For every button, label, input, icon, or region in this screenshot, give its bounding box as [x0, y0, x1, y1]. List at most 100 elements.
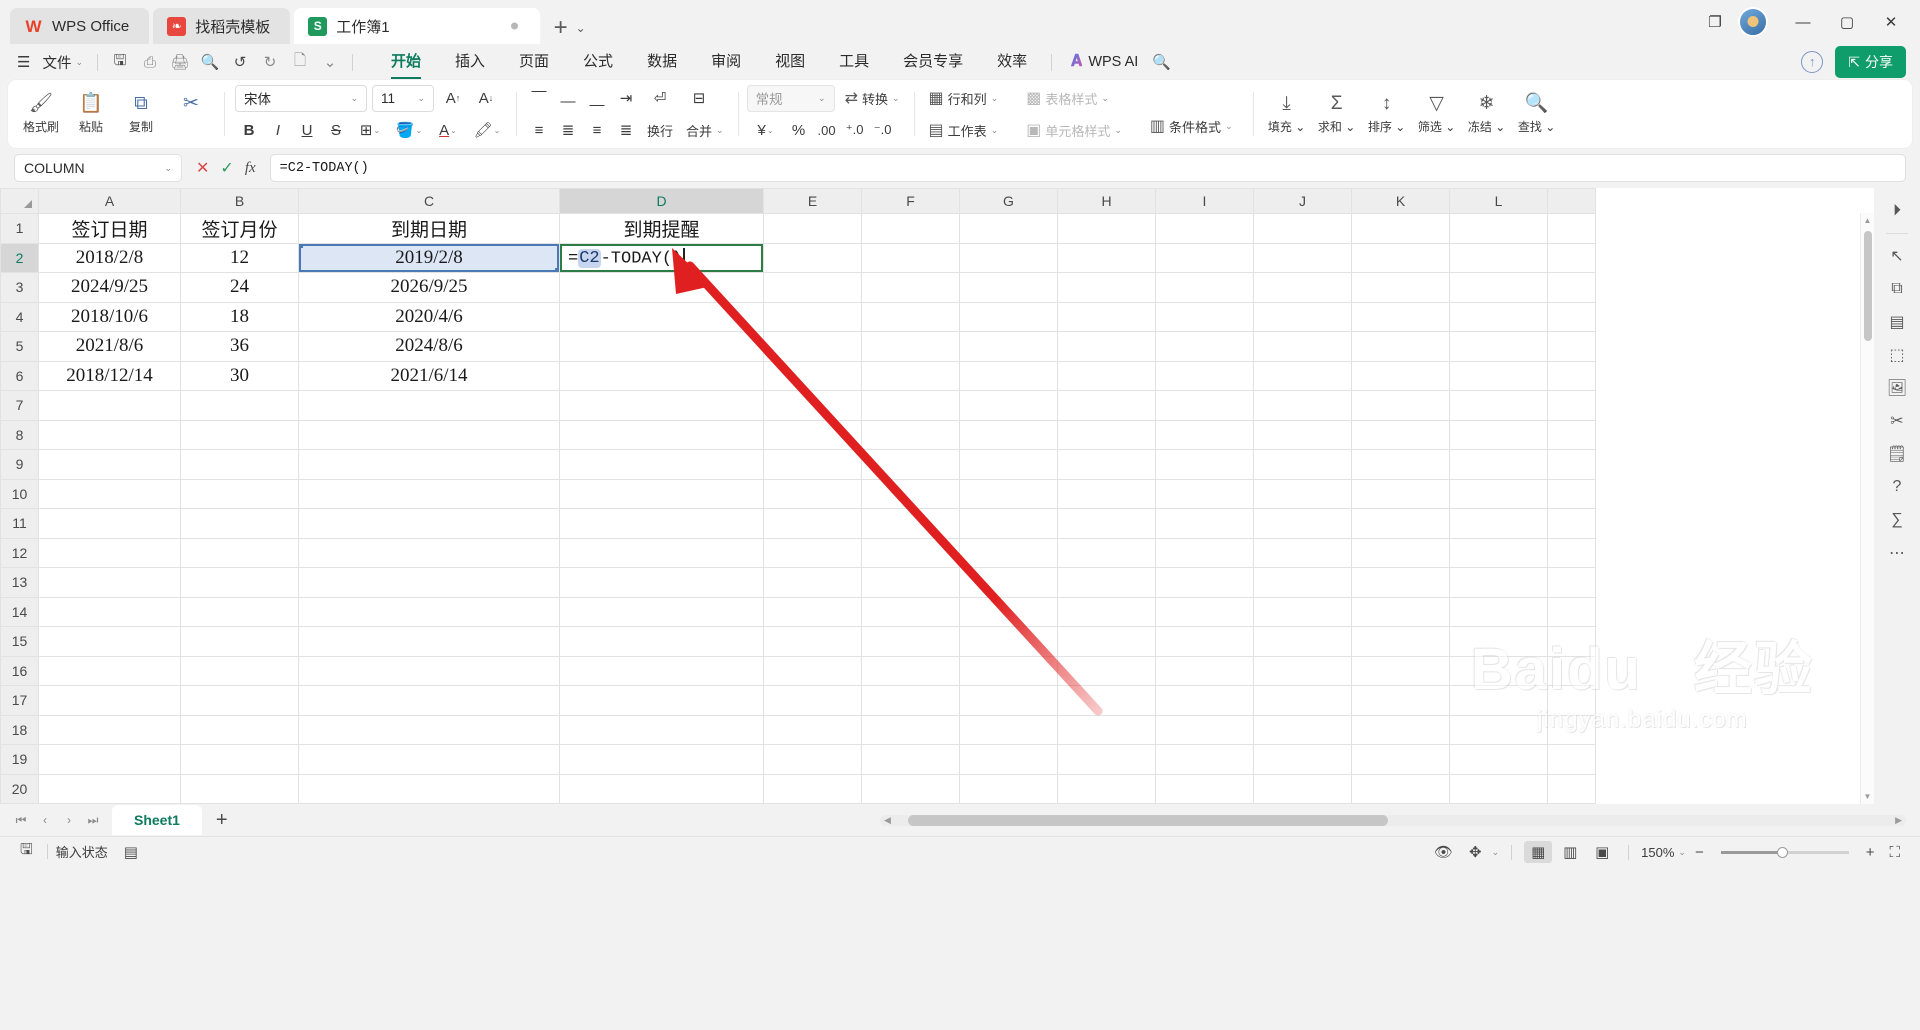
cell-B10[interactable] — [180, 478, 299, 509]
cell-mode-icon[interactable]: 🖫 — [14, 839, 39, 864]
cell-C5[interactable]: 2024/8/6 — [298, 331, 560, 362]
cell-C18[interactable] — [298, 714, 560, 745]
cell-H10[interactable] — [1057, 478, 1156, 509]
cancel-formula-icon[interactable]: ✕ — [196, 158, 209, 178]
cell-partial-15[interactable] — [1547, 626, 1596, 657]
cell-B13[interactable] — [180, 567, 299, 598]
eye-icon[interactable]: 👁 — [1428, 843, 1459, 861]
cell-E11[interactable] — [763, 508, 862, 539]
column-header-J[interactable]: J — [1253, 188, 1352, 214]
cell-G4[interactable] — [959, 301, 1058, 332]
page-break-icon[interactable]: ▣ — [1588, 841, 1616, 863]
row-header-6[interactable]: 6 — [0, 360, 39, 391]
cell-A9[interactable] — [38, 449, 181, 480]
confirm-formula-icon[interactable]: ✓ — [220, 158, 233, 178]
cell-B15[interactable] — [180, 626, 299, 657]
sheet-tab-sheet1[interactable]: Sheet1 — [112, 805, 202, 835]
cell-J16[interactable] — [1253, 655, 1352, 686]
cell-A1[interactable]: 签订日期 — [38, 213, 181, 244]
cell-E13[interactable] — [763, 567, 862, 598]
cell-I4[interactable] — [1155, 301, 1254, 332]
cell-I13[interactable] — [1155, 567, 1254, 598]
cell-D19[interactable] — [559, 744, 764, 775]
cell-E19[interactable] — [763, 744, 862, 775]
cell-A18[interactable] — [38, 714, 181, 745]
cell-C16[interactable] — [298, 655, 560, 686]
cell-D10[interactable] — [559, 478, 764, 509]
cell-G11[interactable] — [959, 508, 1058, 539]
rows-columns-button[interactable]: ▦ 行和列 ⌄ — [923, 85, 1005, 111]
cursor-icon[interactable]: ↖ — [1881, 241, 1913, 271]
percent-icon[interactable]: % — [785, 117, 813, 144]
cell-E14[interactable] — [763, 596, 862, 627]
fill-color-button[interactable]: 🪣 ⌄ — [390, 117, 428, 144]
cell-D6[interactable] — [559, 360, 764, 391]
cell-K15[interactable] — [1351, 626, 1450, 657]
cell-J2[interactable] — [1253, 242, 1352, 273]
cell-B17[interactable] — [180, 685, 299, 716]
cell-J13[interactable] — [1253, 567, 1352, 598]
cell-D13[interactable] — [559, 567, 764, 598]
cell-C17[interactable] — [298, 685, 560, 716]
cell-K11[interactable] — [1351, 508, 1450, 539]
cell-L2[interactable] — [1449, 242, 1548, 273]
cell-K6[interactable] — [1351, 360, 1450, 391]
cell-J11[interactable] — [1253, 508, 1352, 539]
cell-J7[interactable] — [1253, 390, 1352, 421]
cell-E5[interactable] — [763, 331, 862, 362]
currency-button[interactable]: ¥ ⌄ — [747, 117, 785, 144]
cell-B19[interactable] — [180, 744, 299, 775]
column-header-L[interactable]: L — [1449, 188, 1548, 214]
restore-icon[interactable]: ❐ — [1694, 4, 1736, 40]
cell-G13[interactable] — [959, 567, 1058, 598]
cell-L7[interactable] — [1449, 390, 1548, 421]
cell-partial-13[interactable] — [1547, 567, 1596, 598]
cell-F14[interactable] — [861, 596, 960, 627]
cell-A7[interactable] — [38, 390, 181, 421]
row-header-8[interactable]: 8 — [0, 419, 39, 450]
cell-L16[interactable] — [1449, 655, 1548, 686]
scroll-up-icon[interactable]: ▲ — [1861, 213, 1874, 228]
cell-C13[interactable] — [298, 567, 560, 598]
strikethrough-button[interactable]: S — [322, 117, 350, 144]
cell-G3[interactable] — [959, 272, 1058, 303]
highlight-button[interactable]: 🖍 ⌄ — [468, 117, 506, 144]
scroll-left-icon[interactable]: ◀ — [884, 815, 891, 826]
decrease-decimal-icon[interactable]: ⁻.0 — [869, 117, 897, 144]
cell-partial-1[interactable] — [1547, 213, 1596, 244]
cell-K5[interactable] — [1351, 331, 1450, 362]
cell-K4[interactable] — [1351, 301, 1450, 332]
cell-J8[interactable] — [1253, 419, 1352, 450]
cell-J3[interactable] — [1253, 272, 1352, 303]
copy-button[interactable]: ⧉ 复制 — [116, 93, 166, 135]
cell-E7[interactable] — [763, 390, 862, 421]
cell-L20[interactable] — [1449, 773, 1548, 804]
zoom-out-button[interactable]: − — [1690, 844, 1709, 861]
cell-B3[interactable]: 24 — [180, 272, 299, 303]
cell-E8[interactable] — [763, 419, 862, 450]
scroll-down-icon[interactable]: ▼ — [1861, 789, 1874, 804]
cell-H19[interactable] — [1057, 744, 1156, 775]
cell-G14[interactable] — [959, 596, 1058, 627]
row-header-1[interactable]: 1 — [0, 213, 39, 244]
cell-J4[interactable] — [1253, 301, 1352, 332]
cell-F8[interactable] — [861, 419, 960, 450]
maximize-icon[interactable]: ▢ — [1826, 4, 1868, 40]
formula-panel-icon[interactable]: ∑ — [1881, 505, 1913, 535]
cell-I12[interactable] — [1155, 537, 1254, 568]
tab-view[interactable]: 视图 — [758, 45, 822, 79]
vertical-scrollbar[interactable]: ▲ ▼ — [1860, 213, 1874, 804]
cell-G20[interactable] — [959, 773, 1058, 804]
row-header-3[interactable]: 3 — [0, 272, 39, 303]
cell-F1[interactable] — [861, 213, 960, 244]
collapse-icon[interactable]: ⏵ — [1881, 196, 1913, 226]
cell-F17[interactable] — [861, 685, 960, 716]
filter-button[interactable]: ▽ 筛选 ⌄ — [1412, 93, 1462, 135]
cell-C10[interactable] — [298, 478, 560, 509]
cell-G9[interactable] — [959, 449, 1058, 480]
undo-icon[interactable]: ↺ — [225, 53, 255, 71]
cell-L19[interactable] — [1449, 744, 1548, 775]
move-icon[interactable]: ✥ — [1463, 843, 1488, 861]
zoom-slider-knob[interactable] — [1776, 846, 1788, 858]
cell-F7[interactable] — [861, 390, 960, 421]
